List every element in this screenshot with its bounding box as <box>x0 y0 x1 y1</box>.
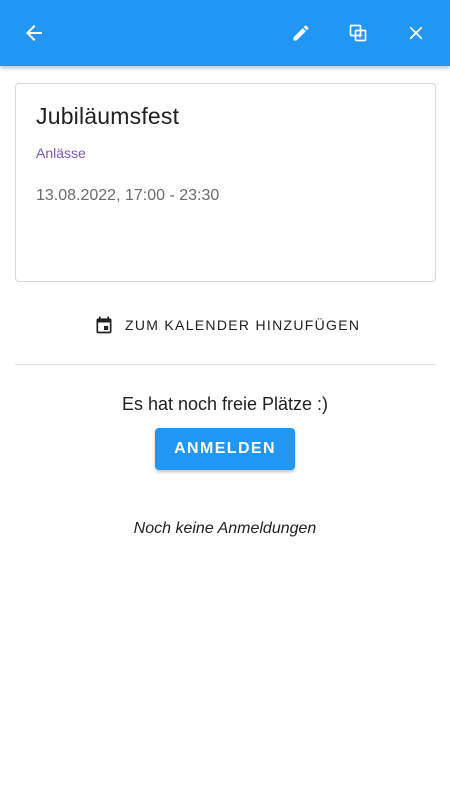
divider <box>15 364 436 365</box>
pencil-icon <box>293 25 309 41</box>
app-bar <box>0 0 450 66</box>
event-category[interactable]: Anlässe <box>36 145 86 161</box>
back-button[interactable] <box>14 13 54 53</box>
add-to-calendar-label: ZUM KALENDER HINZUFÜGEN <box>125 317 361 333</box>
registrations-empty-message: Noch keine Anmeldungen <box>133 520 317 537</box>
availability-status: Es hat noch freie Plätze :) <box>121 394 329 414</box>
event-card: Jubiläumsfest Anlässe 13.08.2022, 17:00 … <box>15 83 436 282</box>
edit-button[interactable] <box>281 13 321 53</box>
calendar-icon <box>96 316 112 334</box>
copy-button[interactable] <box>338 13 378 53</box>
close-icon <box>409 26 423 40</box>
close-button[interactable] <box>396 13 436 53</box>
add-to-calendar-button[interactable]: ZUM KALENDER HINZUFÜGEN <box>94 313 360 337</box>
arrow-back-icon <box>26 25 42 41</box>
event-title: Jubiläumsfest <box>36 103 180 129</box>
copy-icon <box>349 24 367 42</box>
event-datetime: 13.08.2022, 17:00 - 23:30 <box>36 187 220 204</box>
register-button[interactable]: ANMELDEN <box>155 428 295 470</box>
